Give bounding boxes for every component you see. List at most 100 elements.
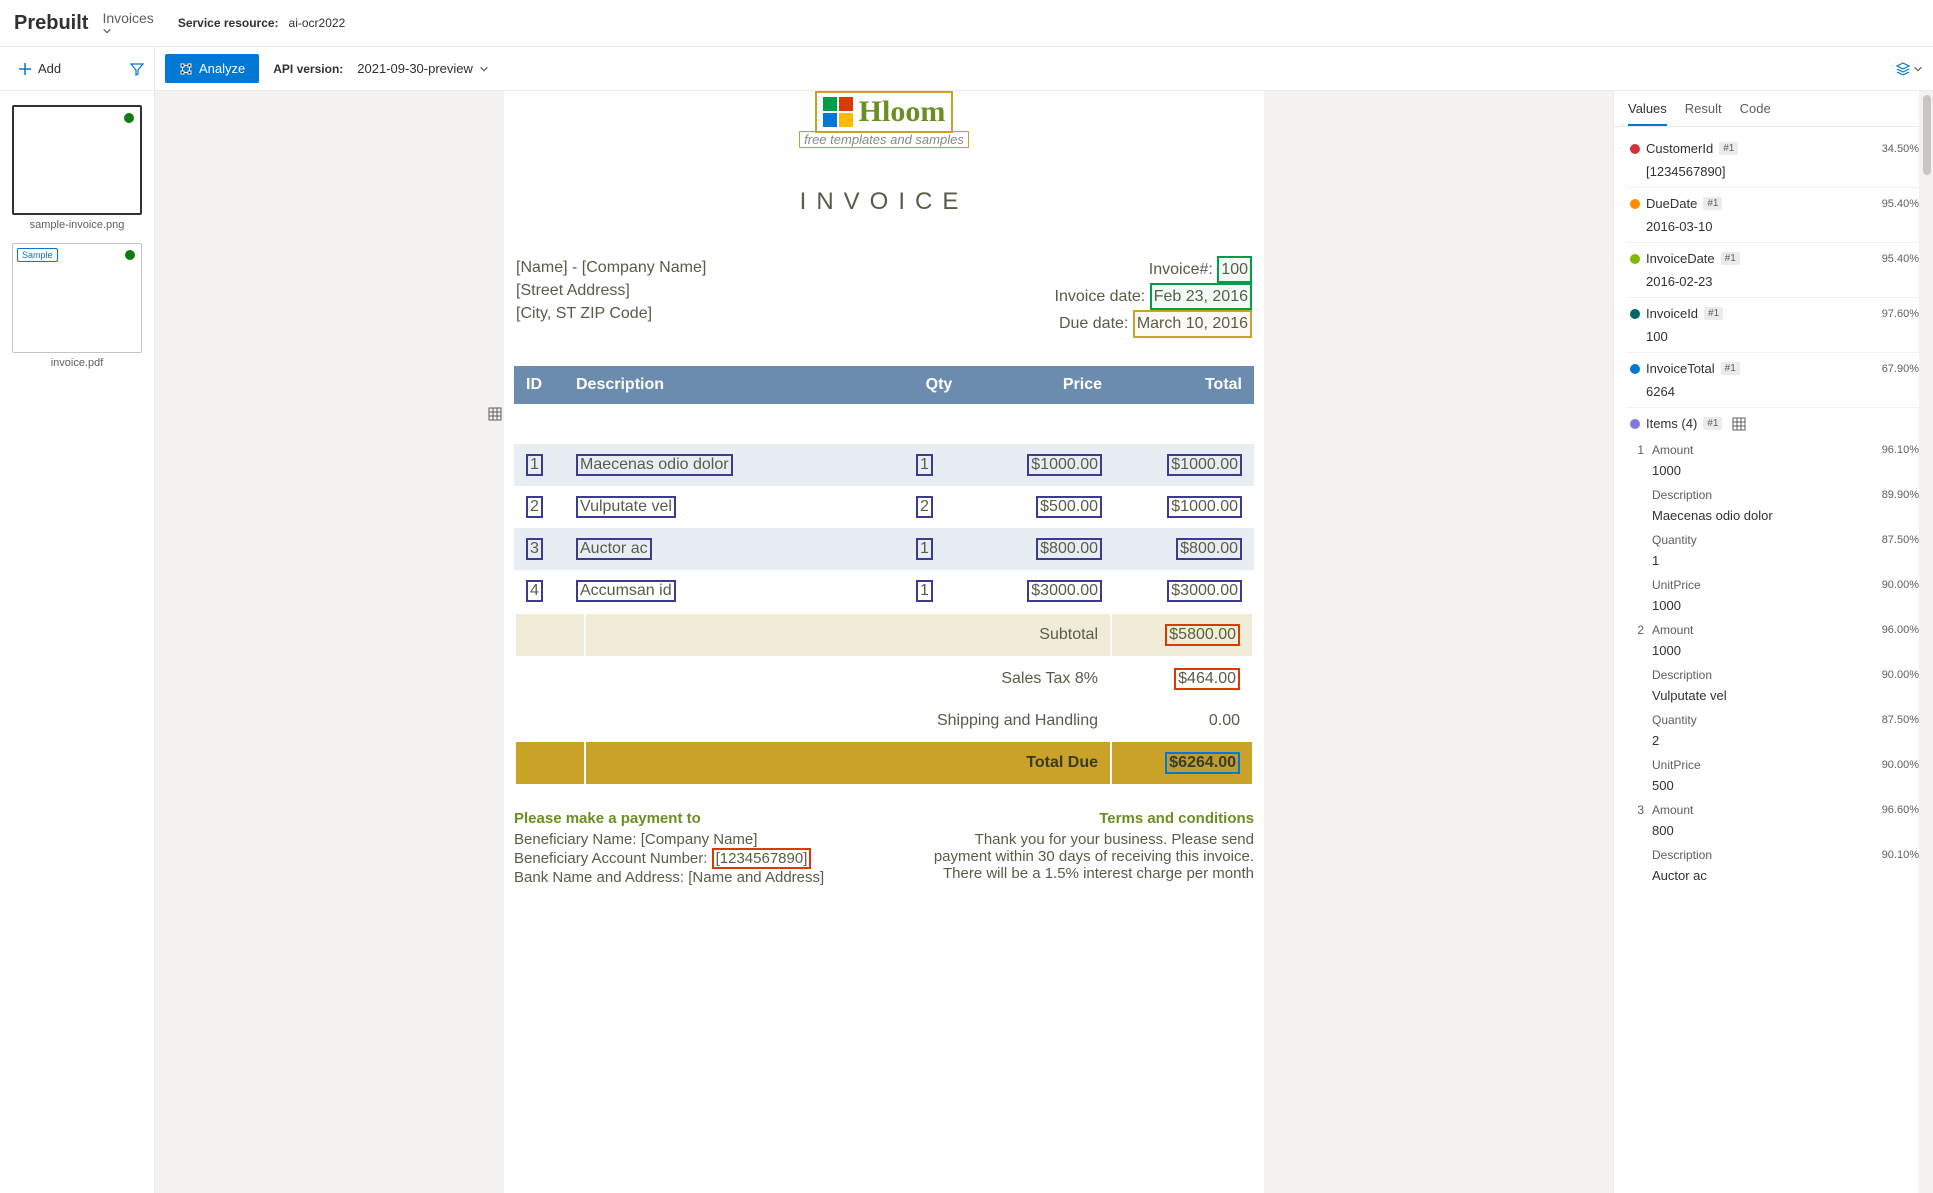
- color-dot: [1630, 364, 1640, 374]
- field-badge: #1: [1721, 252, 1740, 265]
- plus-icon: [18, 62, 32, 76]
- results-panel: Values Result Code CustomerId#134.50%[12…: [1613, 91, 1933, 1193]
- field-name: CustomerId: [1646, 141, 1713, 156]
- item-sub-field[interactable]: Description 90.10%: [1628, 844, 1919, 864]
- sub-name: Description: [1652, 848, 1712, 862]
- filter-icon: [130, 62, 144, 76]
- col-id: ID: [514, 366, 564, 404]
- tax-label: Sales Tax 8%: [586, 658, 1110, 700]
- tab-code[interactable]: Code: [1740, 101, 1771, 126]
- item-sub-field[interactable]: UnitPrice90.00%: [1628, 754, 1919, 774]
- layers-button[interactable]: [1895, 61, 1923, 77]
- color-dot: [1630, 199, 1640, 209]
- chevron-down-icon: [1913, 64, 1923, 74]
- items-label: Items (4): [1646, 416, 1697, 431]
- tab-result[interactable]: Result: [1685, 101, 1722, 126]
- sub-value: Maecenas odio dolor: [1652, 508, 1919, 523]
- field[interactable]: InvoiceId#197.60%100: [1626, 298, 1919, 353]
- thumbnail-label: sample-invoice.png: [12, 219, 142, 231]
- item-sub-field[interactable]: UnitPrice90.00%: [1628, 574, 1919, 594]
- account-number: [1234567890]: [712, 848, 812, 869]
- layers-icon: [1895, 61, 1911, 77]
- subtotal-value: $5800.00: [1165, 624, 1240, 646]
- panel-tabs: Values Result Code: [1614, 91, 1933, 127]
- invoice-meta: Invoice#: 100 Invoice date: Feb 23, 2016…: [1055, 256, 1252, 338]
- footer-line: Bank Name and Address: [Name and Address…: [514, 869, 824, 886]
- confidence: 97.60%: [1882, 308, 1919, 320]
- api-version-label: API version:: [273, 62, 343, 76]
- item-sub-field[interactable]: 3Amount96.60%: [1628, 799, 1919, 819]
- field-value: 2016-03-10: [1646, 219, 1919, 234]
- table-row: 1Maecenas odio dolor1$1000.00$1000.00: [514, 444, 1254, 486]
- field-value: 2016-02-23: [1646, 274, 1919, 289]
- item-sub-field[interactable]: Description90.00%: [1628, 664, 1919, 684]
- payment-title: Please make a payment to: [514, 810, 824, 827]
- analyze-label: Analyze: [199, 61, 245, 76]
- item-sub-field[interactable]: Quantity87.50%: [1628, 529, 1919, 549]
- sub-value: Vulputate vel: [1652, 688, 1919, 703]
- total-due-label: Total Due: [586, 742, 1110, 784]
- sub-value: 500: [1652, 778, 1919, 793]
- field[interactable]: InvoiceTotal#167.90%6264: [1626, 353, 1919, 408]
- status-dot: [125, 250, 135, 260]
- confidence: 90.00%: [1882, 579, 1919, 591]
- sub-name: UnitPrice: [1652, 758, 1701, 772]
- item-sub-field[interactable]: 1Amount96.10%: [1628, 439, 1919, 459]
- service-resource-value: ai-ocr2022: [289, 16, 346, 30]
- confidence: 87.50%: [1882, 714, 1919, 726]
- logo-subtitle: free templates and samples: [799, 131, 969, 148]
- field-badge: #1: [1703, 197, 1722, 210]
- add-button[interactable]: Add: [18, 61, 61, 76]
- footer-line: Beneficiary Name: [Company Name]: [514, 831, 824, 848]
- payment-info: Please make a payment to Beneficiary Nam…: [514, 810, 824, 886]
- header: Prebuilt Invoices Service resource: ai-o…: [0, 0, 1933, 47]
- field[interactable]: DueDate#195.40%2016-03-10: [1626, 188, 1919, 243]
- sender-address: [Name] - [Company Name] [Street Address]…: [516, 256, 706, 338]
- confidence: 90.10%: [1882, 849, 1919, 861]
- col-price: Price: [974, 366, 1114, 404]
- tab-values[interactable]: Values: [1628, 101, 1667, 126]
- app-title: Prebuilt: [14, 12, 88, 35]
- label: Invoice date:: [1055, 288, 1146, 305]
- item-sub-field[interactable]: Quantity87.50%: [1628, 709, 1919, 729]
- col-total: Total: [1114, 366, 1254, 404]
- field[interactable]: CustomerId#134.50%[1234567890]: [1626, 133, 1919, 188]
- document-viewer[interactable]: Hloom free templates and samples INVOICE…: [155, 91, 1613, 1193]
- scrollbar[interactable]: [1919, 91, 1933, 1193]
- chevron-down-icon: [479, 64, 489, 74]
- item-sub-field[interactable]: 2Amount96.00%: [1628, 619, 1919, 639]
- line-items-table: ID Description Qty Price Total 1Maecenas…: [514, 366, 1254, 612]
- field[interactable]: InvoiceDate#195.40%2016-02-23: [1626, 243, 1919, 298]
- invoice-date: Feb 23, 2016: [1150, 283, 1252, 310]
- field-name: InvoiceTotal: [1646, 361, 1715, 376]
- color-dot: [1630, 254, 1640, 264]
- field-value: 100: [1646, 329, 1919, 344]
- confidence: 34.50%: [1882, 143, 1919, 155]
- items-badge: #1: [1703, 417, 1722, 430]
- footer-line: There will be a 1.5% interest charge per…: [934, 865, 1254, 882]
- address-line: [City, ST ZIP Code]: [516, 302, 706, 325]
- table-icon[interactable]: [488, 407, 502, 421]
- color-dot: [1630, 309, 1640, 319]
- col-desc: Description: [564, 366, 904, 404]
- confidence: 96.00%: [1882, 624, 1919, 636]
- footer-line: Beneficiary Account Number:: [514, 850, 707, 867]
- item-index: 2: [1628, 623, 1644, 637]
- analyze-button[interactable]: Analyze: [165, 54, 259, 83]
- panel-body[interactable]: CustomerId#134.50%[1234567890] DueDate #1 9…: [1614, 127, 1933, 1193]
- sub-value: 1000: [1652, 463, 1919, 478]
- filter-button[interactable]: [130, 62, 144, 76]
- field-name: DueDate: [1646, 196, 1697, 211]
- thumbnail[interactable]: Sampleinvoice.pdf: [12, 243, 142, 369]
- tax-value: $464.00: [1174, 668, 1240, 690]
- api-version-select[interactable]: 2021-09-30-preview: [357, 61, 489, 76]
- item-sub-field[interactable]: Description89.90%: [1628, 484, 1919, 504]
- table-row: 2Vulputate vel2$500.00$1000.00: [514, 486, 1254, 528]
- sample-badge: Sample: [17, 248, 58, 262]
- thumbnail[interactable]: sample-invoice.png: [12, 105, 142, 231]
- items-header[interactable]: Items (4) #1: [1626, 408, 1919, 439]
- confidence: 96.60%: [1882, 804, 1919, 816]
- breadcrumb[interactable]: Invoices: [102, 10, 153, 36]
- service-resource-label: Service resource:: [178, 16, 279, 30]
- sub-value: 2: [1652, 733, 1919, 748]
